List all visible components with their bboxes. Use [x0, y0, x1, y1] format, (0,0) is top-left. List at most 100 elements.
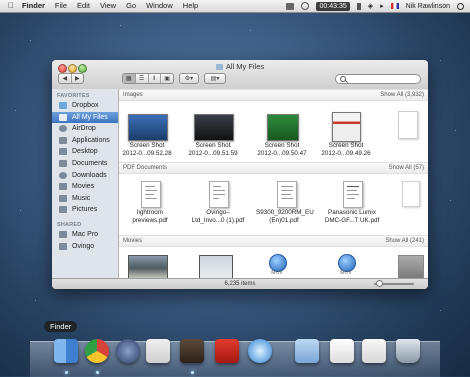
- image-thumbnail[interactable]: [332, 112, 361, 142]
- file-caption: Screen Shot 2012-0...09.51.59: [188, 142, 238, 157]
- view-mode-buttons: ▦ ☰ ‖ ▣: [122, 73, 174, 84]
- running-indicator: [65, 371, 68, 374]
- pdf-thumbnail[interactable]: [209, 181, 229, 208]
- sync-icon[interactable]: [301, 2, 310, 10]
- file-caption: Screen Shot 2012-0...09.52.28: [122, 142, 172, 157]
- downloads-stack-dock-icon[interactable]: [362, 339, 386, 363]
- file-caption: S9300_9200RM_EU (En)01.pdf: [256, 209, 314, 224]
- apple-menu-icon[interactable]: : [8, 0, 16, 12]
- safari-dock-icon[interactable]: [248, 339, 272, 363]
- sidebar: FAVORITES Dropbox All My Files AirDrop A…: [52, 89, 119, 278]
- sidebar-item-ovingo[interactable]: Ovingo: [52, 241, 118, 253]
- menu-window[interactable]: Window: [146, 0, 173, 12]
- image-thumbnail[interactable]: [194, 114, 234, 141]
- section-title: PDF Documents: [123, 165, 168, 171]
- computer-icon: [59, 230, 67, 238]
- flag-icon[interactable]: [390, 3, 399, 9]
- section-title: Movies: [123, 238, 143, 244]
- arrange-menu-button[interactable]: ▤▾: [204, 73, 226, 84]
- image-thumbnail[interactable]: [267, 114, 299, 141]
- sidebar-item-label: Documents: [72, 159, 108, 167]
- sidebar-item-desktop[interactable]: Desktop: [52, 146, 118, 158]
- movie-thumbnail[interactable]: [199, 255, 233, 279]
- sidebar-item-movies[interactable]: Movies: [52, 181, 118, 193]
- pdf-thumbnail[interactable]: [141, 181, 161, 208]
- pdf-thumbnail[interactable]: [343, 181, 363, 208]
- notification-icon[interactable]: [286, 2, 295, 10]
- file-caption: lightroom previews.pdf: [132, 209, 168, 224]
- cover-flow-button[interactable]: ▣: [161, 74, 173, 83]
- sidebar-item-label: Mac Pro: [72, 230, 99, 238]
- menubar-clock[interactable]: 00:43:35: [316, 1, 350, 11]
- movie-thumbnail[interactable]: [128, 255, 168, 279]
- movie-thumbnail[interactable]: [398, 255, 424, 279]
- bluetooth-icon[interactable]: [356, 2, 361, 10]
- column-view-button[interactable]: ‖: [149, 74, 162, 83]
- show-all-images-link[interactable]: Show All (3,932): [380, 90, 424, 100]
- pictures-icon: [59, 206, 67, 214]
- sidebar-item-label: Pictures: [72, 206, 98, 214]
- back-button[interactable]: ◀: [59, 74, 72, 83]
- icon-view-button[interactable]: ▦: [123, 74, 136, 83]
- menu-app-finder[interactable]: Finder: [22, 0, 45, 12]
- menu-edit[interactable]: Edit: [77, 0, 90, 12]
- sidebar-item-dropbox[interactable]: Dropbox: [52, 100, 118, 112]
- sidebar-item-music[interactable]: Music: [52, 193, 118, 205]
- menu-go[interactable]: Go: [126, 0, 136, 12]
- chrome-dock-icon[interactable]: [85, 339, 109, 363]
- section-header-movies: Movies Show All (241): [119, 235, 428, 247]
- image-thumbnail[interactable]: [128, 114, 168, 141]
- sidebar-item-label: Music: [72, 194, 91, 202]
- all-files-icon: [59, 113, 67, 121]
- finder-dock-icon[interactable]: [54, 339, 78, 363]
- applications-folder-dock-icon[interactable]: [295, 339, 319, 363]
- sidebar-item-pictures[interactable]: Pictures: [52, 204, 118, 216]
- show-all-pdf-link[interactable]: Show All (57): [389, 163, 424, 173]
- menu-file[interactable]: File: [55, 0, 67, 12]
- wiki-app-dock-icon[interactable]: [180, 339, 204, 363]
- action-menu-button[interactable]: ⚙▾: [179, 73, 199, 84]
- spotlight-icon[interactable]: [457, 2, 464, 10]
- pdf-thumbnail[interactable]: [402, 181, 420, 207]
- icon-size-slider[interactable]: [374, 280, 414, 287]
- dropbox-icon: [59, 102, 67, 109]
- volume-icon[interactable]: ▸: [380, 2, 384, 10]
- menu-help[interactable]: Help: [183, 0, 198, 12]
- scrivener-dock-icon[interactable]: [146, 339, 170, 363]
- window-title-text: All My Files: [225, 62, 265, 71]
- trash-dock-icon[interactable]: [396, 339, 420, 363]
- forward-button[interactable]: ▶: [72, 74, 84, 83]
- sidebar-item-airdrop[interactable]: AirDrop: [52, 123, 118, 135]
- menubar-user[interactable]: Nik Rawlinson: [406, 3, 450, 10]
- sidebar-item-label: Desktop: [72, 148, 98, 156]
- list-view-button[interactable]: ☰: [136, 74, 149, 83]
- sidebar-item-label: AirDrop: [72, 125, 96, 133]
- pdf-app-dock-icon[interactable]: [215, 339, 239, 363]
- airdrop-icon: [59, 125, 67, 133]
- running-indicator: [96, 371, 99, 374]
- search-field[interactable]: [335, 74, 421, 84]
- documents-stack-dock-icon[interactable]: [330, 339, 354, 363]
- sidebar-item-applications[interactable]: Applications: [52, 135, 118, 147]
- running-indicator: [191, 371, 194, 374]
- dock-tooltip: Finder: [44, 321, 78, 332]
- show-all-movies-link[interactable]: Show All (241): [385, 236, 424, 246]
- file-type-badge: MOV: [271, 270, 283, 276]
- sidebar-item-label: Movies: [72, 183, 95, 191]
- sidebar-item-downloads[interactable]: Downloads: [52, 170, 118, 182]
- file-caption: Ovingo– Ltd_Invo...0 (1).pdf: [191, 209, 245, 224]
- computer-icon: [59, 242, 67, 250]
- sidebar-item-all-my-files[interactable]: All My Files: [52, 111, 118, 124]
- documents-icon: [59, 159, 67, 167]
- pdf-thumbnail[interactable]: [277, 181, 297, 208]
- sidebar-item-label: All My Files: [72, 113, 108, 121]
- menu-view[interactable]: View: [100, 0, 116, 12]
- wifi-icon[interactable]: ◈: [368, 2, 373, 10]
- sidebar-item-label: Downloads: [72, 171, 107, 179]
- slider-knob[interactable]: [376, 280, 383, 287]
- image-thumbnail[interactable]: [398, 111, 418, 139]
- sidebar-item-documents[interactable]: Documents: [52, 158, 118, 170]
- quill-app-dock-icon[interactable]: [116, 339, 140, 363]
- music-icon: [59, 194, 67, 202]
- sidebar-item-mac-pro[interactable]: Mac Pro: [52, 229, 118, 241]
